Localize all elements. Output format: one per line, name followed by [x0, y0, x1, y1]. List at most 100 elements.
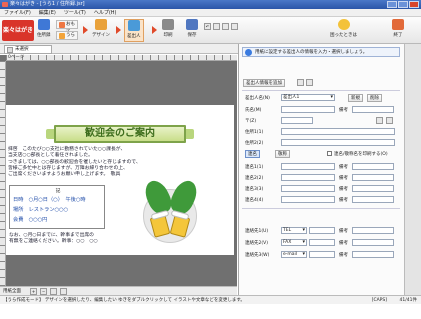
menu-help[interactable]: ヘルプ(H)	[94, 9, 117, 16]
name-remarks-label: 備考	[339, 108, 348, 113]
beer-illustration[interactable]	[140, 176, 202, 243]
undo-icon[interactable]: ↶	[204, 23, 211, 30]
joint-remark-1-field[interactable]	[352, 163, 394, 170]
postal-code-field[interactable]	[281, 117, 313, 124]
address2-field[interactable]	[281, 139, 395, 146]
joint-name-2-field[interactable]	[281, 174, 335, 181]
app-icon	[2, 2, 8, 7]
printer-icon	[162, 19, 174, 30]
footer-note[interactable]: なお、○月○日までに、幹事まで出席の 有無をご連絡ください。幹事：○○ ○○	[9, 233, 98, 246]
settings-icon[interactable]	[231, 23, 238, 30]
joint-name-1-field[interactable]	[281, 163, 335, 170]
zoom-in-icon[interactable]: +	[30, 288, 37, 295]
sender-name-label: 差出人名(N)	[245, 96, 270, 101]
contact-2-field[interactable]	[309, 239, 335, 246]
close-button[interactable]	[409, 1, 419, 8]
detail-box[interactable]: 記 日時 ○月○日（○） 午後○時 場所 レストラン○○○ 会費 ○○○円	[9, 185, 105, 229]
joint-name-1-label: 連名1(1)	[245, 165, 264, 170]
card-front-icon	[59, 22, 65, 28]
contact-3-type-select[interactable]: e-mail	[281, 251, 307, 258]
postal-search-icon[interactable]	[386, 117, 393, 124]
maximize-button[interactable]	[398, 1, 408, 8]
joint-remark-2-label: 備考	[339, 176, 348, 181]
exit-button[interactable]: 終了	[392, 19, 404, 38]
contact-1-field[interactable]	[309, 227, 335, 234]
omote-button[interactable]: おもて	[56, 20, 78, 35]
greeting-text[interactable]: 拝啓 このたび○○支社に勤務されていた○○課長が、 当支店○○部長として着任され…	[8, 147, 178, 178]
panel-divider	[242, 208, 400, 209]
contact-3-remark-label: 備考	[339, 253, 348, 258]
help-button[interactable]: 困ったときは	[330, 19, 357, 38]
contact-2-type-select[interactable]: FAX	[281, 239, 307, 246]
address1-label: 住所1(1)	[245, 130, 264, 135]
detail-row-fee: 会費 ○○○円	[13, 217, 48, 223]
zoom-out-icon[interactable]: −	[40, 288, 47, 295]
leaf-decoration	[140, 176, 176, 218]
horizontal-ruler	[6, 55, 237, 61]
name-field[interactable]	[281, 106, 335, 113]
joint-name-2-label: 連名2(2)	[245, 176, 264, 181]
joint-name-3-field[interactable]	[281, 185, 335, 192]
print-joint-checkbox[interactable]	[327, 151, 332, 156]
joint-remark-4-field[interactable]	[352, 196, 394, 203]
image-icon[interactable]	[213, 23, 220, 30]
save-icon	[186, 19, 198, 30]
joint-name-3-label: 連名3(3)	[245, 187, 264, 192]
info-icon	[245, 49, 252, 56]
contact-2-remark-field[interactable]	[352, 239, 394, 246]
banner-title[interactable]: 歓迎会のご案内	[54, 125, 186, 143]
joint-name-4-field[interactable]	[281, 196, 335, 203]
print-joint-label: 連名/敬称名を印刷する(O)	[334, 152, 388, 157]
hint-bar: 用紙に設定する差出人の情報を入力・選択しましょう。	[242, 47, 400, 57]
card-view-icon[interactable]	[306, 79, 313, 86]
add-title-button[interactable]: 敬称	[275, 150, 290, 158]
new-sender-button[interactable]: 新規	[348, 94, 363, 102]
contact-3-remark-field[interactable]	[352, 251, 394, 258]
panel-scrollbar[interactable]	[404, 44, 421, 295]
app-logo: 楽々はがき	[2, 20, 34, 41]
design-canvas[interactable]: 0ページ 歓迎会のご案内 拝啓 このたび○○支社に勤務されていた○○課長が、 当…	[0, 55, 237, 286]
contact-1-remark-field[interactable]	[352, 227, 394, 234]
grid-icon[interactable]	[222, 23, 229, 30]
add-sender-button[interactable]: 差出人情報を追加	[243, 79, 285, 87]
address-book-button[interactable]: 住所録	[37, 19, 51, 38]
list-view-icon[interactable]	[297, 79, 304, 86]
menu-file[interactable]: ファイル(F)	[4, 9, 31, 16]
exit-door-icon	[392, 19, 404, 30]
sender-button[interactable]: 差出人	[124, 19, 144, 42]
title-bar: 楽々はがき - [うら1 / 住所録.jsr]	[0, 0, 421, 9]
step-arrow-icon	[116, 26, 121, 34]
zoom-bar: 用紙全面 + −	[0, 286, 237, 295]
sender-name-select[interactable]: 差出人1	[281, 94, 335, 101]
contact-2-label: 連絡先2(V)	[245, 241, 268, 246]
tab-unselected[interactable]: 未選択	[4, 45, 52, 54]
design-button[interactable]: デザイン	[92, 19, 110, 38]
panel-divider	[242, 90, 400, 91]
window-title: 楽々はがき - [うら1 / 住所録.jsr]	[10, 1, 85, 7]
contact-3-field[interactable]	[309, 251, 335, 258]
print-button[interactable]: 印刷	[162, 19, 174, 38]
joint-remark-2-field[interactable]	[352, 174, 394, 181]
address2-label: 住所2(2)	[245, 141, 264, 146]
joint-remark-3-field[interactable]	[352, 185, 394, 192]
address-book-icon	[37, 19, 50, 30]
design-icon	[95, 19, 107, 30]
sender-icon	[127, 20, 140, 31]
ura-button[interactable]: うら	[56, 31, 78, 40]
menu-edit[interactable]: 編集(E)	[39, 9, 56, 16]
address-lookup-icon[interactable]	[376, 117, 383, 124]
name-remarks-field[interactable]	[352, 106, 394, 113]
zoom-full-icon[interactable]	[60, 288, 67, 295]
delete-sender-button[interactable]: 削除	[367, 94, 382, 102]
postcard-preview[interactable]: 歓迎会のご案内 拝啓 このたび○○支社に勤務されていた○○課長が、 当支店○○部…	[6, 105, 234, 255]
menu-tools[interactable]: ツール(T)	[64, 9, 86, 16]
minimize-button[interactable]	[387, 1, 397, 8]
sender-panel: 用紙に設定する差出人の情報を入力・選択しましょう。 差出人情報を追加 差出人名(…	[238, 44, 404, 295]
zoom-fit-icon[interactable]	[50, 288, 57, 295]
contact-1-type-select[interactable]: TEL	[281, 227, 307, 234]
tab-joint-names[interactable]: 連名	[245, 150, 260, 158]
step-arrow-icon	[83, 26, 88, 34]
address1-field[interactable]	[281, 128, 395, 135]
save-button[interactable]: 保存	[186, 19, 198, 38]
joint-remark-1-label: 備考	[339, 165, 348, 170]
